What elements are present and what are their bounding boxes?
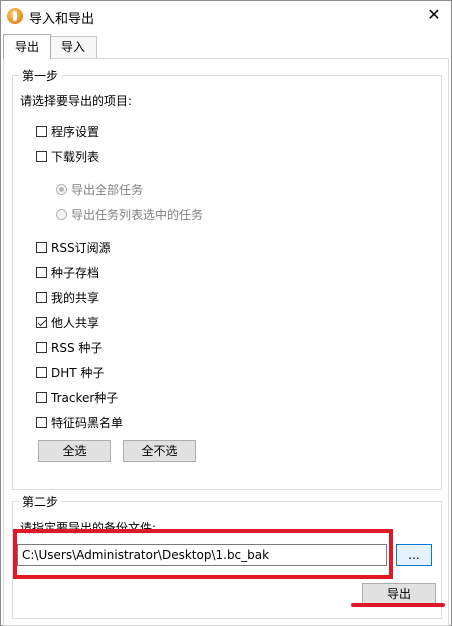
checkbox-box[interactable]: [36, 241, 47, 253]
title-bar: 导入和导出 ✕: [1, 1, 451, 31]
checkbox-rss-torrents[interactable]: RSS 种子: [36, 339, 102, 355]
checkbox-signature-blacklist[interactable]: 特征码黑名单: [36, 414, 123, 430]
checkbox-dht-torrents[interactable]: DHT 种子: [36, 364, 104, 380]
checkbox-label: 种子存档: [51, 265, 100, 280]
checkbox-download-list[interactable]: 下载列表: [36, 148, 99, 164]
checkbox-torrent-archive[interactable]: 种子存档: [36, 264, 99, 280]
app-logo-icon: [7, 8, 23, 24]
select-all-button[interactable]: 全选: [38, 440, 111, 462]
close-button[interactable]: ✕: [417, 1, 451, 31]
import-export-dialog: 导入和导出 ✕ 导出 导入 第一步 请选择要导出的项目: 程序设置 下载列表 导…: [0, 0, 452, 626]
export-button[interactable]: 导出: [362, 583, 436, 605]
backup-file-path-input[interactable]: C:\Users\Administrator\Desktop\1.bc_bak: [17, 544, 387, 566]
radio-label: 导出任务列表选中的任务: [71, 207, 204, 222]
browse-button[interactable]: ...: [396, 544, 432, 566]
step2-title: 第二步: [19, 493, 62, 510]
checkbox-label: RSS 种子: [51, 340, 103, 355]
radio-export-all-tasks[interactable]: 导出全部任务: [56, 181, 143, 197]
checkbox-box[interactable]: [36, 291, 47, 303]
checkbox-label: 下载列表: [51, 149, 100, 164]
checkbox-label: 他人共享: [51, 315, 100, 330]
radio-button[interactable]: [56, 183, 67, 195]
checkbox-box[interactable]: [36, 150, 47, 162]
radio-export-selected-tasks[interactable]: 导出任务列表选中的任务: [56, 206, 203, 222]
checkbox-label: RSS订阅源: [51, 240, 111, 255]
step1-prompt: 请选择要导出的项目:: [20, 94, 133, 108]
checkbox-label: DHT 种子: [51, 365, 105, 380]
tab-strip: 导出 导入: [1, 34, 451, 59]
export-panel: 第一步 请选择要导出的项目: 程序设置 下载列表 导出全部任务 导出任务列表选中…: [3, 58, 449, 626]
checkbox-label: 程序设置: [51, 124, 100, 139]
checkbox-box[interactable]: [36, 341, 47, 353]
radio-button[interactable]: [56, 208, 67, 220]
checkbox-others-shares[interactable]: 他人共享: [36, 314, 99, 330]
step1-title: 第一步: [19, 67, 62, 84]
checkbox-box[interactable]: [36, 391, 47, 403]
tab-export[interactable]: 导出: [3, 34, 51, 59]
radio-label: 导出全部任务: [71, 182, 144, 197]
checkbox-box[interactable]: [36, 366, 47, 378]
checkbox-box[interactable]: [36, 416, 47, 428]
window-title: 导入和导出: [29, 12, 95, 27]
checkbox-box[interactable]: [36, 316, 47, 328]
checkbox-tracker-torrents[interactable]: Tracker种子: [36, 389, 118, 405]
checkbox-label: Tracker种子: [51, 390, 119, 405]
checkbox-my-shares[interactable]: 我的共享: [36, 289, 99, 305]
checkbox-box[interactable]: [36, 266, 47, 278]
select-none-button[interactable]: 全不选: [123, 440, 196, 462]
checkbox-label: 特征码黑名单: [51, 415, 124, 430]
checkbox-program-settings[interactable]: 程序设置: [36, 123, 99, 139]
checkbox-box[interactable]: [36, 125, 47, 137]
checkbox-label: 我的共享: [51, 290, 100, 305]
checkbox-rss-feeds[interactable]: RSS订阅源: [36, 239, 111, 255]
tab-import[interactable]: 导入: [49, 36, 97, 59]
step2-prompt: 请指定要导出的备份文件:: [20, 521, 157, 535]
